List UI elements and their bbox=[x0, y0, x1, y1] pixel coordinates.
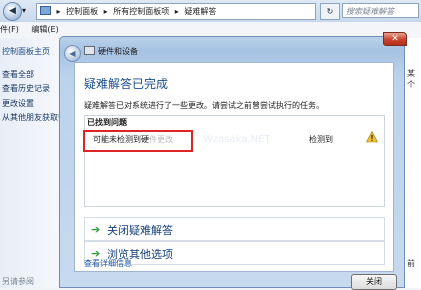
completion-description: 疑难解答已对系统进行了一些更改。请尝试之前曾尝试执行的任务。 bbox=[84, 101, 324, 110]
troubleshooting-dialog: ✕ ◀ 硬件和设备 疑难解答已完成 疑难解答已对系统进行了一些更改。请尝试之前曾… bbox=[59, 32, 407, 290]
refresh-icon: ↻ bbox=[326, 7, 334, 16]
change-settings-link[interactable]: 更改设置 bbox=[2, 98, 34, 109]
close-icon: ✕ bbox=[391, 34, 399, 44]
back-button[interactable]: ◀ bbox=[3, 2, 22, 21]
view-history-link[interactable]: 查看历史记录 bbox=[2, 83, 50, 94]
page-title: 疑难解答已完成 bbox=[84, 77, 169, 91]
right-strip-text: 某个 bbox=[407, 69, 415, 89]
recent-pages-dropdown-icon[interactable]: ▾ bbox=[22, 6, 26, 15]
back-arrow-icon: ◀ bbox=[69, 49, 76, 58]
right-content-strip: 某个 前 bbox=[403, 38, 421, 288]
watermark-text: Wzasaka.NET bbox=[203, 134, 271, 145]
get-help-from-friend-link[interactable]: 从其他朋友获取帮 bbox=[2, 112, 66, 123]
right-strip-text: 前 bbox=[407, 259, 415, 268]
warning-icon bbox=[366, 131, 378, 143]
dialog-back-button[interactable]: ◀ bbox=[64, 45, 81, 62]
view-details-link[interactable]: 查看详细信息 bbox=[84, 258, 132, 269]
back-arrow-icon: ◀ bbox=[9, 6, 16, 16]
dialog-content: 疑难解答已完成 疑难解答已对系统进行了一些更改。请尝试之前曾尝试执行的任务。 已… bbox=[74, 62, 394, 272]
address-field[interactable]: ▸ 控制面板 ▸ 所有控制面板项 ▸ 疑难解答 bbox=[36, 3, 316, 20]
issue-row[interactable]: 可能未检测到硬件更改 Wzasaka.NET 检测到 bbox=[83, 128, 384, 152]
address-segment-troubleshooting[interactable]: 疑难解答 bbox=[184, 7, 216, 16]
address-separator-icon: ▸ bbox=[103, 7, 108, 16]
close-troubleshooter-option[interactable]: ➔ 关闭疑难解答 bbox=[84, 217, 385, 241]
address-segment-all-items[interactable]: 所有控制面板项 bbox=[113, 7, 169, 16]
refresh-button[interactable]: ↻ bbox=[320, 3, 340, 20]
close-window-button[interactable]: ✕ bbox=[383, 32, 407, 46]
menu-file[interactable]: 件(F) bbox=[0, 25, 19, 34]
left-nav-pane: 控制面板主页 查看全部 查看历史记录 更改设置 从其他朋友获取帮 另请参阅 bbox=[0, 38, 66, 288]
issues-found-panel: 已找到问题 可能未检测到硬件更改 Wzasaka.NET 检测到 bbox=[83, 115, 385, 207]
control-panel-home-link[interactable]: 控制面板主页 bbox=[2, 46, 50, 57]
dialog-breadcrumb: 硬件和设备 bbox=[84, 46, 138, 57]
red-highlight-box bbox=[83, 130, 193, 152]
view-all-link[interactable]: 查看全部 bbox=[2, 69, 34, 80]
dialog-breadcrumb-label: 硬件和设备 bbox=[98, 47, 138, 56]
control-panel-icon bbox=[40, 6, 51, 15]
address-segment-control-panel[interactable]: 控制面板 bbox=[66, 7, 98, 16]
menu-edit[interactable]: 编辑(E) bbox=[31, 25, 58, 34]
search-input[interactable]: 搜索疑难解答 bbox=[342, 3, 419, 18]
issues-found-heading: 已找到问题 bbox=[87, 118, 127, 127]
address-separator-icon: ▸ bbox=[56, 7, 61, 16]
close-troubleshooter-label: 关闭疑难解答 bbox=[107, 224, 173, 237]
address-bar-area: ◀ ▾ ▸ 控制面板 ▸ 所有控制面板项 ▸ 疑难解答 ↻ 搜索疑难解答 bbox=[0, 0, 421, 23]
green-arrow-icon: ➔ bbox=[91, 223, 101, 236]
see-also-heading: 另请参阅 bbox=[2, 277, 34, 286]
hardware-icon bbox=[84, 46, 95, 55]
address-separator-icon: ▸ bbox=[174, 7, 179, 16]
issue-status: 检测到 bbox=[309, 135, 333, 144]
